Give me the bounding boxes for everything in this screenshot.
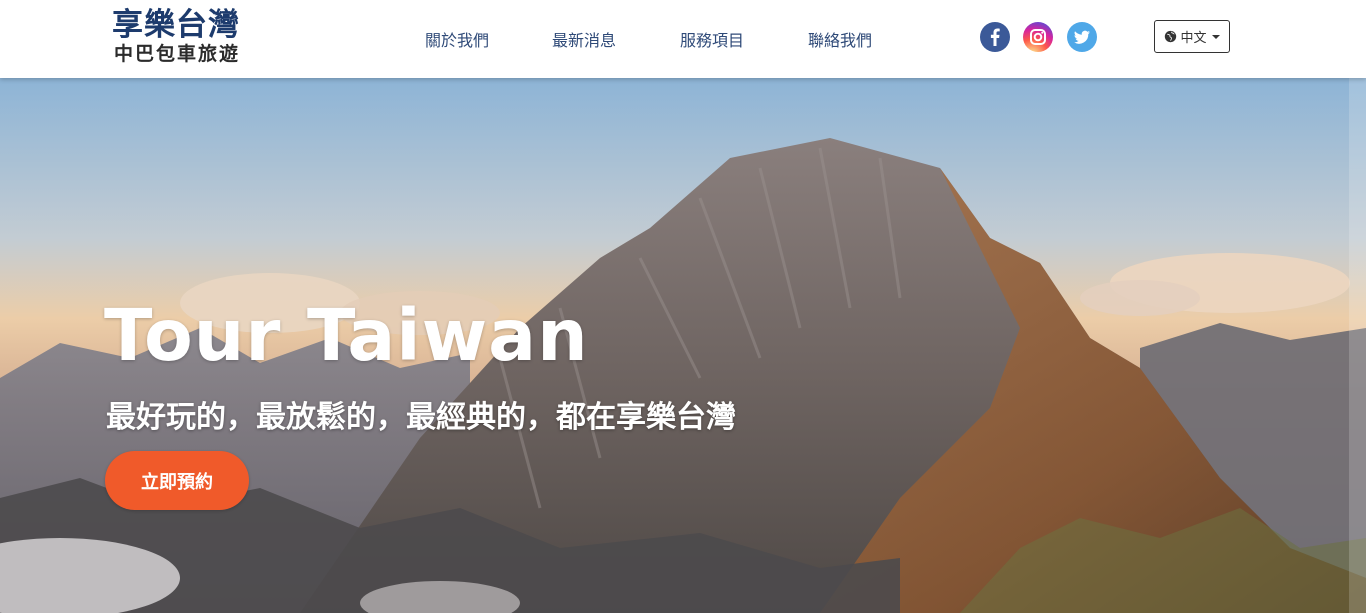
hero-title: Tour Taiwan bbox=[104, 294, 589, 377]
language-label: 中文 bbox=[1180, 31, 1207, 46]
nav-item-contact[interactable]: 聯絡我們 bbox=[808, 27, 872, 51]
logo-title: 享樂台灣 bbox=[112, 7, 240, 43]
nav-item-services[interactable]: 服務項目 bbox=[680, 27, 744, 51]
chevron-down-icon bbox=[1211, 34, 1220, 39]
globe-icon bbox=[1165, 30, 1177, 43]
book-now-button[interactable]: 立即預約 bbox=[105, 451, 249, 510]
hero-subtitle: 最好玩的，最放鬆的，最經典的，都在享樂台灣 bbox=[106, 400, 736, 435]
nav-item-about[interactable]: 關於我們 bbox=[425, 27, 489, 51]
site-header: 享樂台灣 中巴包車旅遊 關於我們 最新消息 服務項目 聯絡我們 中文 bbox=[0, 0, 1366, 78]
logo-subtitle: 中巴包車旅遊 bbox=[114, 43, 241, 65]
instagram-icon[interactable] bbox=[1023, 22, 1053, 52]
language-selector[interactable]: 中文 bbox=[1154, 20, 1230, 53]
twitter-icon[interactable] bbox=[1067, 22, 1097, 52]
site-logo[interactable]: 享樂台灣 中巴包車旅遊 bbox=[112, 8, 257, 66]
nav-item-news[interactable]: 最新消息 bbox=[552, 27, 616, 51]
hero-banner: Tour Taiwan 最好玩的，最放鬆的，最經典的，都在享樂台灣 立即預約 bbox=[0, 78, 1366, 613]
scrollbar[interactable] bbox=[1349, 78, 1366, 613]
facebook-icon[interactable] bbox=[980, 22, 1010, 52]
